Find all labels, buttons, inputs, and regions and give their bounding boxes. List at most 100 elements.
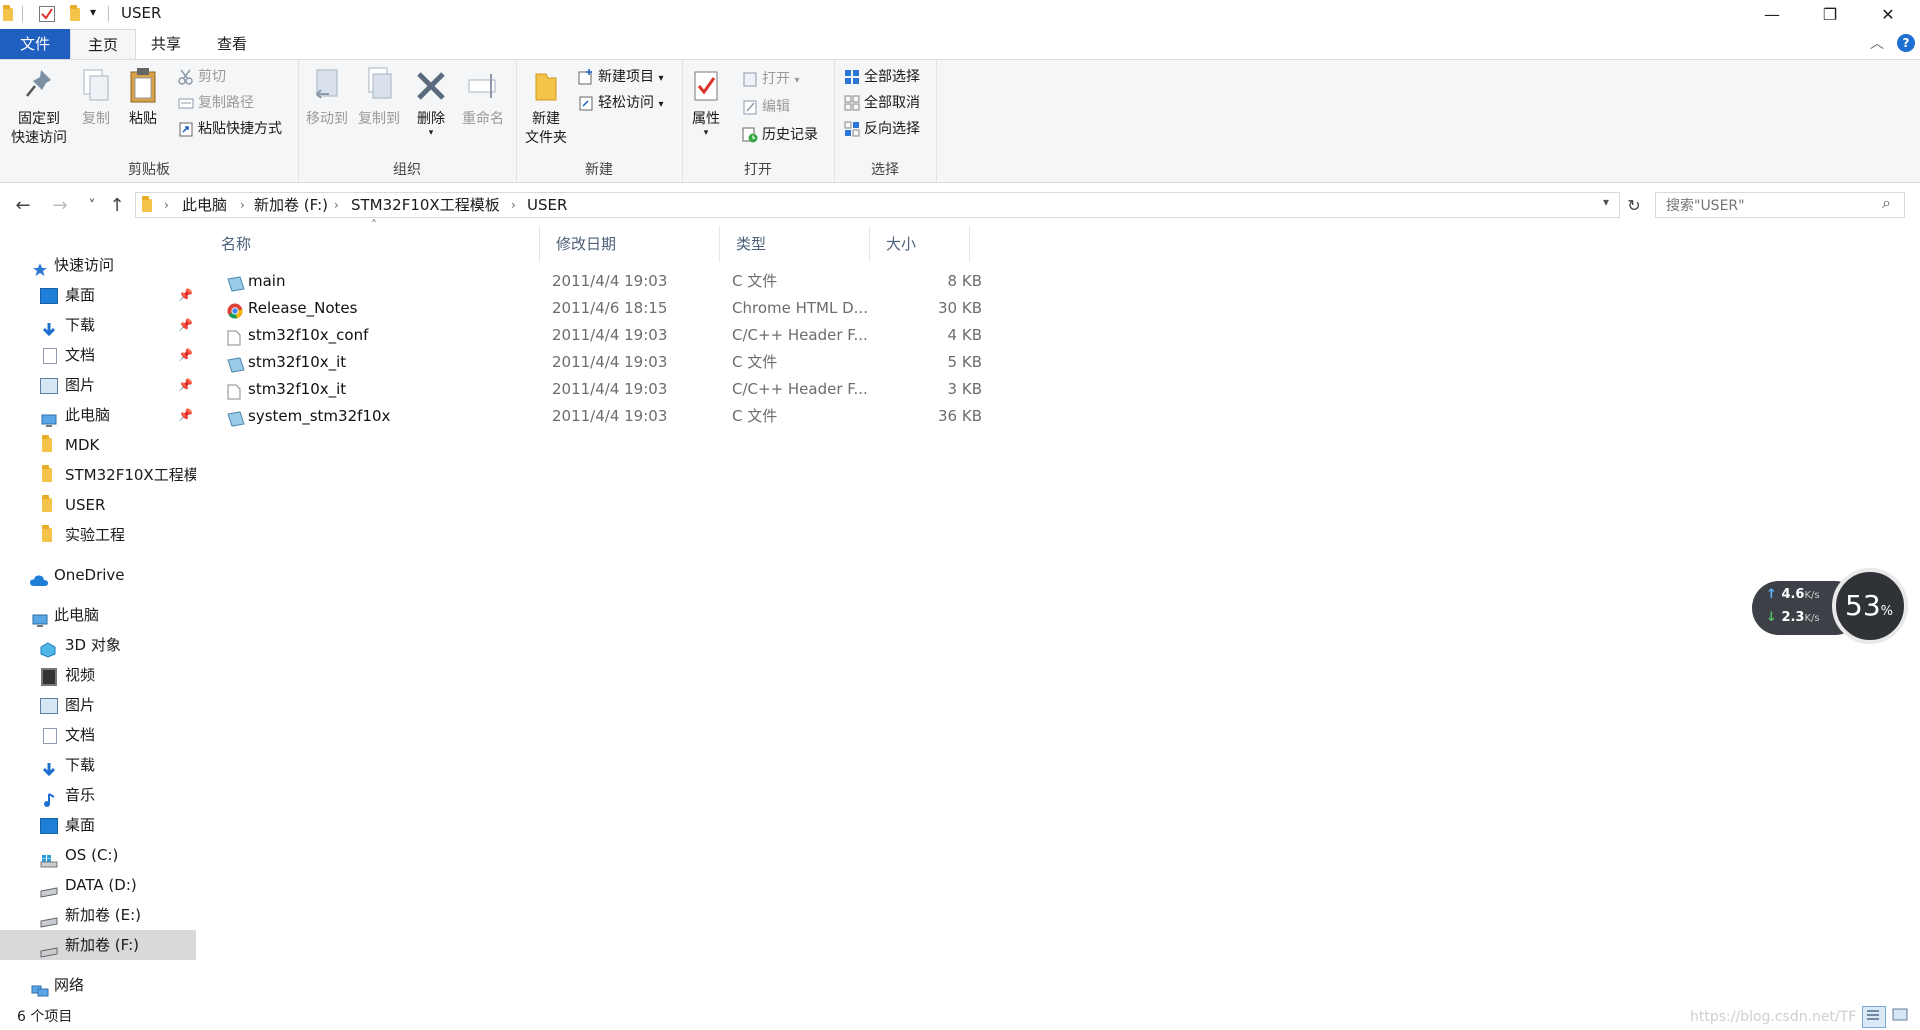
breadcrumb-stm32-template[interactable]: STM32F10X工程模板 (351, 193, 500, 217)
pin-icon[interactable]: 📌 (178, 280, 193, 310)
address-dropdown-icon[interactable]: ▾ (1603, 195, 1609, 209)
up-button[interactable]: ↑ (105, 194, 129, 218)
nav-pc-documents[interactable]: 文档 (0, 720, 196, 750)
properties-checkbox-icon[interactable] (39, 6, 55, 22)
search-icon[interactable]: ⌕ (1882, 193, 1891, 213)
back-button[interactable]: ← (11, 194, 35, 218)
pin-icon[interactable]: 📌 (178, 340, 193, 370)
nav-3d-objects[interactable]: 3D 对象 (0, 630, 196, 660)
file-row[interactable]: stm32f10x_conf 2011/4/4 19:03 C/C++ Head… (221, 322, 1181, 349)
move-to-button[interactable]: 移动到 (303, 66, 351, 129)
paste-shortcut-button[interactable]: 粘贴快捷方式 (176, 118, 282, 140)
open-button[interactable]: 打开 ▾ (740, 68, 799, 90)
nav-experiment-project[interactable]: 实验工程 (0, 520, 196, 550)
nav-drive-e[interactable]: 新加卷 (E:) (0, 900, 196, 930)
forward-button[interactable]: → (48, 194, 72, 218)
breadcrumb-separator[interactable]: › (511, 193, 516, 217)
nav-documents[interactable]: 文档 📌 (0, 340, 196, 370)
column-header-modified[interactable]: 修改日期 (540, 226, 720, 262)
nav-onedrive[interactable]: OneDrive (0, 560, 196, 590)
edit-label: 编辑 (762, 99, 790, 115)
close-button[interactable]: ✕ (1859, 0, 1917, 29)
breadcrumb-user[interactable]: USER (527, 193, 567, 217)
file-row[interactable]: Release_Notes 2011/4/6 18:15 Chrome HTML… (221, 295, 1181, 322)
nav-pc-desktop[interactable]: 桌面 (0, 810, 196, 840)
minimize-button[interactable]: — (1743, 0, 1801, 29)
pin-icon[interactable]: 📌 (178, 370, 193, 400)
nav-drive-f[interactable]: 新加卷 (F:) (0, 930, 196, 960)
file-name: main (248, 272, 286, 290)
properties-button[interactable]: 属性 ▾ (686, 66, 726, 138)
select-none-button[interactable]: 全部取消 (842, 92, 920, 114)
nav-drive-c[interactable]: OS (C:) (0, 840, 196, 870)
file-row[interactable]: stm32f10x_it 2011/4/4 19:03 C 文件 5 KB (221, 349, 1181, 376)
nav-this-pc-quick[interactable]: 此电脑 📌 (0, 400, 196, 430)
pin-icon[interactable]: 📌 (178, 400, 193, 430)
pin-to-quick-access-button[interactable]: 固定到 快速访问 (4, 66, 74, 148)
nav-videos-label: 视频 (65, 666, 96, 684)
nav-music[interactable]: 音乐 (0, 780, 196, 810)
help-icon[interactable]: ? (1897, 34, 1915, 52)
new-folder-label-line1: 新建 (532, 111, 560, 127)
tab-view[interactable]: 查看 (202, 29, 262, 59)
recent-locations-button[interactable]: ˅ (80, 194, 104, 218)
breadcrumb-separator[interactable]: › (240, 193, 245, 217)
copy-button[interactable]: 复制 (76, 66, 116, 129)
nav-downloads[interactable]: 下载 📌 (0, 310, 196, 340)
maximize-button[interactable]: ❐ (1801, 0, 1859, 29)
new-item-button[interactable]: 新建项目 ▾ (576, 66, 663, 88)
edit-button[interactable]: 编辑 (740, 96, 790, 118)
nav-quick-access[interactable]: 快速访问 (0, 250, 196, 280)
nav-drive-d[interactable]: DATA (D:) (0, 870, 196, 900)
nav-this-pc[interactable]: 此电脑 (0, 600, 196, 630)
column-header-size[interactable]: 大小 (870, 226, 970, 262)
breadcrumb-drive-f[interactable]: 新加卷 (F:) (254, 193, 328, 217)
nav-mdk[interactable]: MDK (0, 430, 196, 460)
rename-button[interactable]: 重命名 (458, 66, 508, 129)
network-monitor-widget[interactable]: ↑ 4.6K/s ↓ 2.3K/s 53% (1752, 568, 1908, 647)
nav-stm32-template[interactable]: STM32F10X工程模 (0, 460, 196, 490)
pin-icon[interactable]: 📌 (178, 310, 193, 340)
easy-access-button[interactable]: 轻松访问 ▾ (576, 92, 663, 114)
file-row[interactable]: main 2011/4/4 19:03 C 文件 8 KB (221, 268, 1181, 295)
large-icons-view-button[interactable] (1890, 1006, 1912, 1026)
nav-pc-downloads[interactable]: 下载 (0, 750, 196, 780)
file-name: stm32f10x_conf (248, 326, 369, 344)
nav-pictures[interactable]: 图片 📌 (0, 370, 196, 400)
breadcrumb-this-pc[interactable]: 此电脑 (182, 193, 227, 217)
collapse-ribbon-icon[interactable]: ︿ (1870, 33, 1884, 53)
breadcrumb-separator[interactable]: › (334, 193, 339, 217)
nav-pc-pictures[interactable]: 图片 (0, 690, 196, 720)
history-button[interactable]: 历史记录 (740, 124, 818, 146)
nav-network[interactable]: 网络 (0, 970, 196, 1000)
copy-to-button[interactable]: 复制到 (355, 66, 403, 129)
select-all-button[interactable]: 全部选择 (842, 66, 920, 88)
details-view-button[interactable] (1862, 1006, 1886, 1028)
quick-access-toolbar-dropdown-icon[interactable]: ▾ (90, 5, 96, 19)
tab-share[interactable]: 共享 (136, 29, 196, 59)
nav-drive-e-label: 新加卷 (E:) (65, 906, 142, 924)
search-box[interactable]: ⌕ (1655, 192, 1905, 218)
paste-button[interactable]: 粘贴 (122, 66, 164, 129)
address-bar[interactable]: › 此电脑 › 新加卷 (F:) › STM32F10X工程模板 › USER … (135, 192, 1620, 218)
new-folder-quick-icon[interactable] (70, 5, 80, 21)
open-icon (742, 71, 758, 87)
column-header-type[interactable]: 类型 (720, 226, 870, 262)
nav-videos[interactable]: 视频 (0, 660, 196, 690)
nav-desktop[interactable]: 桌面 📌 (0, 280, 196, 310)
new-folder-button[interactable]: 新建 文件夹 (522, 66, 570, 148)
tab-file[interactable]: 文件 (0, 29, 70, 59)
copy-path-button[interactable]: 复制路径 (176, 92, 254, 114)
history-label: 历史记录 (762, 127, 818, 143)
nav-user[interactable]: USER (0, 490, 196, 520)
delete-button[interactable]: 删除 ▾ (413, 66, 449, 138)
breadcrumb-separator[interactable]: › (164, 193, 169, 217)
file-row[interactable]: system_stm32f10x 2011/4/4 19:03 C 文件 36 … (221, 403, 1181, 430)
search-input[interactable] (1664, 195, 1878, 217)
refresh-button[interactable]: ↻ (1622, 194, 1646, 218)
file-row[interactable]: stm32f10x_it 2011/4/4 19:03 C/C++ Header… (221, 376, 1181, 403)
cut-button[interactable]: 剪切 (176, 66, 226, 88)
invert-selection-button[interactable]: 反向选择 (842, 118, 920, 140)
drive-icon (40, 878, 58, 898)
tab-home[interactable]: 主页 (70, 29, 136, 60)
